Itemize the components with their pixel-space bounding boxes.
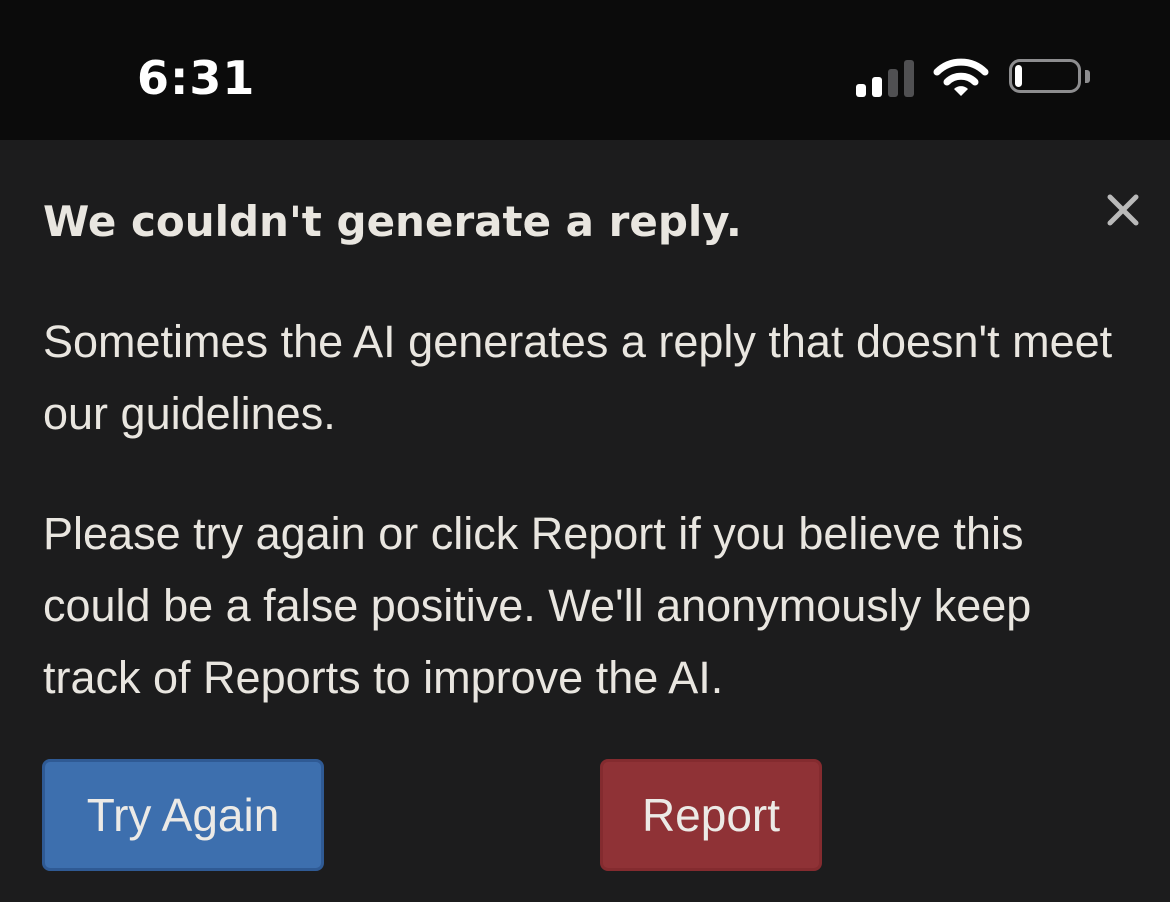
battery-level [1015,65,1022,87]
dialog-message-guidelines: Sometimes the AI generates a reply that … [43,316,1113,439]
cellular-signal-icon [856,59,916,97]
close-icon[interactable] [1103,190,1143,230]
report-button[interactable]: Report [600,759,822,871]
status-time: 6:31 [137,51,256,105]
dialog-title: We couldn't generate a reply. [43,197,742,246]
status-bar: 6:31 [0,0,1170,140]
wifi-icon [933,58,989,96]
dialog-message-report-info: Please try again or click Report if you … [43,508,1032,703]
battery-low-icon [1009,59,1081,93]
error-dialog: We couldn't generate a reply. Sometimes … [0,140,1170,902]
try-again-button[interactable]: Try Again [42,759,324,871]
battery-tip [1085,70,1090,83]
